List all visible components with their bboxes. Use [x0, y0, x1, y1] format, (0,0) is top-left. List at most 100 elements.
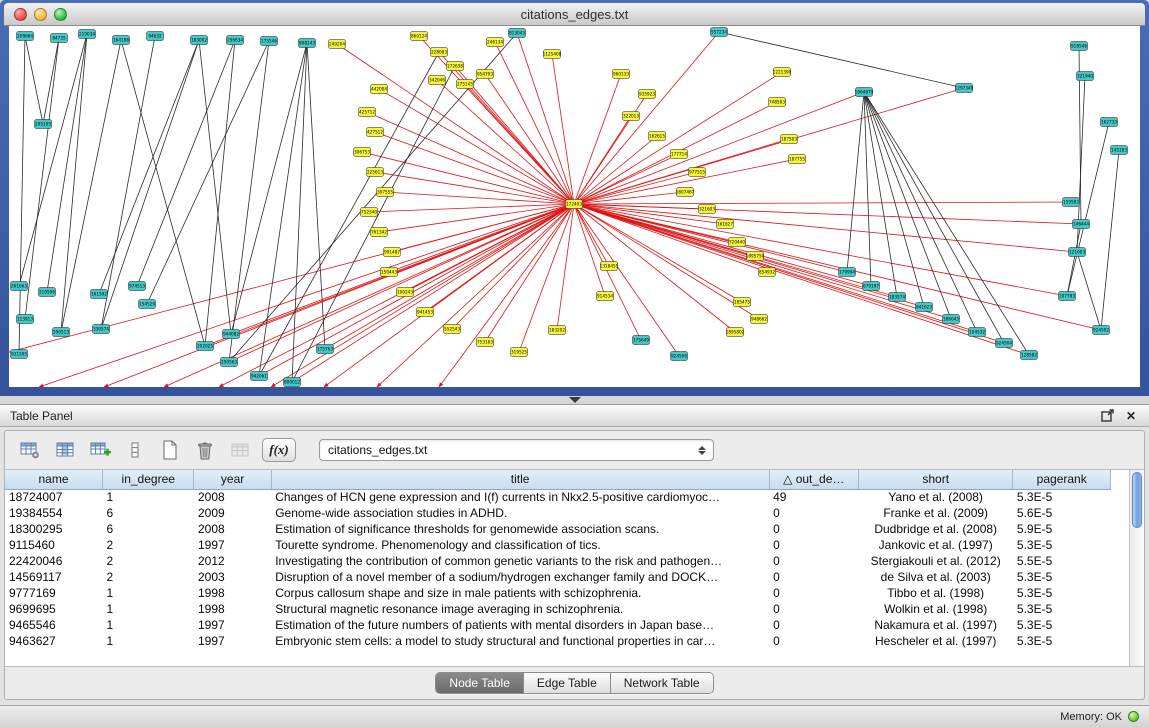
graph-node[interactable]: 1297349 [955, 84, 974, 93]
cell-year[interactable]: 2008 [194, 521, 271, 537]
graph-node[interactable]: 159583 [1063, 198, 1080, 207]
cell-in_degree[interactable]: 2 [103, 569, 194, 585]
graph-node[interactable]: 1318455 [600, 262, 619, 271]
column-header-out_de[interactable]: △ out_de… [769, 470, 858, 489]
graph-node[interactable]: 809012 [284, 378, 301, 387]
graph-node[interactable]: 1664879 [855, 88, 874, 97]
cell-pagerank[interactable]: 5.3E-5 [1013, 489, 1111, 505]
graph-node[interactable]: 720440 [729, 238, 746, 247]
cell-short[interactable]: Tibbo et al. (1998) [858, 585, 1012, 601]
tab-edge-table[interactable]: Edge Table [524, 673, 611, 693]
graph-node[interactable]: 319525 [511, 348, 528, 357]
cell-short[interactable]: Stergiakouli et al. (2012) [858, 553, 1012, 569]
cell-title[interactable]: Changes of HCN gene expression and I(f) … [271, 489, 769, 505]
cell-in_degree[interactable]: 1 [103, 617, 194, 633]
graph-node[interactable]: 225613 [367, 168, 384, 177]
cell-name[interactable]: 9115460 [5, 537, 103, 553]
table-row[interactable]: 1830029562008Estimation of significance … [5, 521, 1111, 537]
graph-node[interactable]: 113913 [17, 315, 34, 324]
table-row[interactable]: 946554611997Estimation of the future num… [5, 617, 1111, 633]
cell-out_de[interactable]: 0 [769, 585, 858, 601]
graph-node[interactable]: 183002 [191, 36, 208, 45]
column-header-year[interactable]: year [194, 470, 271, 489]
graph-node[interactable]: 205105 [35, 120, 52, 129]
table-row[interactable]: 1872400712008Changes of HCN gene express… [5, 489, 1111, 505]
graph-node[interactable]: 427512 [367, 128, 384, 137]
graph-node[interactable]: 228083 [431, 48, 448, 57]
cell-title[interactable]: Estimation of significance thresholds fo… [271, 521, 769, 537]
cell-short[interactable]: Jankovic et al. (1997) [858, 537, 1012, 553]
float-panel-icon[interactable] [1099, 408, 1115, 424]
graph-node[interactable]: 185475 [734, 298, 751, 307]
cell-out_de[interactable]: 0 [769, 553, 858, 569]
cell-pagerank[interactable]: 5.3E-5 [1013, 601, 1111, 617]
graph-node[interactable]: 442004 [371, 85, 388, 94]
graph-node[interactable]: 941453 [417, 308, 434, 317]
graph-node[interactable]: 753163 [477, 338, 494, 347]
graph-node[interactable]: 175763 [317, 345, 334, 354]
cell-name[interactable]: 18300295 [5, 521, 103, 537]
minimize-window-button[interactable] [34, 8, 47, 21]
cell-short[interactable]: Dudbridge et al. (2008) [858, 521, 1012, 537]
function-builder-button[interactable]: f(x) [262, 438, 296, 462]
select-columns-icon[interactable] [52, 437, 78, 463]
cell-in_degree[interactable]: 1 [103, 633, 194, 649]
graph-node[interactable]: 1221390 [773, 68, 792, 77]
cell-name[interactable]: 22420046 [5, 553, 103, 569]
cell-short[interactable]: Yano et al. (2008) [858, 489, 1012, 505]
graph-node[interactable]: 552543 [444, 325, 461, 334]
row-tools-icon[interactable] [122, 437, 148, 463]
column-header-pagerank[interactable]: pagerank [1013, 470, 1111, 489]
cell-year[interactable]: 1998 [194, 585, 271, 601]
cell-out_de[interactable]: 49 [769, 489, 858, 505]
graph-node[interactable]: 914534 [597, 292, 614, 301]
graph-node[interactable]: 128582 [1021, 351, 1038, 360]
network-window-titlebar[interactable]: citations_edges.txt [4, 3, 1145, 26]
cell-in_degree[interactable]: 1 [103, 585, 194, 601]
graph-node[interactable]: 187755 [789, 155, 806, 164]
cell-pagerank[interactable]: 5.3E-5 [1013, 617, 1111, 633]
graph-node[interactable]: 813043 [509, 29, 526, 38]
graph-node[interactable]: 210596 [39, 288, 56, 297]
cell-out_de[interactable]: 0 [769, 601, 858, 617]
cell-year[interactable]: 2012 [194, 553, 271, 569]
table-scrollbar-thumb[interactable] [1132, 472, 1142, 528]
graph-node[interactable]: 808243 [299, 39, 316, 48]
graph-node[interactable]: 250563 [221, 358, 238, 367]
cell-title[interactable]: Estimation of the future numbers of pati… [271, 617, 769, 633]
cell-short[interactable]: Hescheler et al. (1997) [858, 633, 1012, 649]
cell-pagerank[interactable]: 5.5E-5 [1013, 553, 1111, 569]
graph-node[interactable]: 342046 [429, 76, 446, 85]
graph-node[interactable]: 179994 [839, 268, 856, 277]
graph-node[interactable]: 100243 [397, 288, 414, 297]
graph-node[interactable]: 275145 [457, 80, 474, 89]
graph-node[interactable]: 183202 [549, 326, 566, 335]
cell-short[interactable]: Franke et al. (2009) [858, 505, 1012, 521]
graph-node[interactable]: 954793 [477, 70, 494, 79]
cell-in_degree[interactable]: 6 [103, 505, 194, 521]
cell-year[interactable]: 1997 [194, 633, 271, 649]
graph-node[interactable]: 1895750 [746, 252, 765, 261]
graph-node[interactable]: 187503 [781, 135, 798, 144]
graph-node[interactable]: 960133 [613, 70, 630, 79]
cell-name[interactable]: 18724007 [5, 489, 103, 505]
cell-title[interactable]: Genome-wide association studies in ADHD. [271, 505, 769, 521]
graph-node[interactable]: 1125408 [543, 50, 562, 59]
cell-out_de[interactable]: 0 [769, 537, 858, 553]
graph-node[interactable]: 397555 [377, 188, 394, 197]
table-options-icon[interactable] [17, 437, 43, 463]
table-scrollbar[interactable] [1129, 470, 1144, 666]
graph-node[interactable]: 208664 [17, 32, 34, 41]
graph-node[interactable]: 146444 [1073, 220, 1090, 229]
graph-node[interactable]: 748503 [769, 98, 786, 107]
graph-node[interactable]: 974513 [129, 282, 146, 291]
column-header-title[interactable]: title [271, 470, 769, 489]
cell-year[interactable]: 2008 [194, 489, 271, 505]
cell-title[interactable]: Disruption of a novel member of a sodium… [271, 569, 769, 585]
cell-out_de[interactable]: 0 [769, 617, 858, 633]
graph-node[interactable]: 761342 [371, 228, 388, 237]
table-source-dropdown[interactable]: citations_edges.txt [319, 439, 714, 461]
graph-node[interactable]: 322013 [623, 112, 640, 121]
column-header-short[interactable]: short [858, 470, 1012, 489]
graph-node[interactable]: 172403 [566, 200, 583, 209]
